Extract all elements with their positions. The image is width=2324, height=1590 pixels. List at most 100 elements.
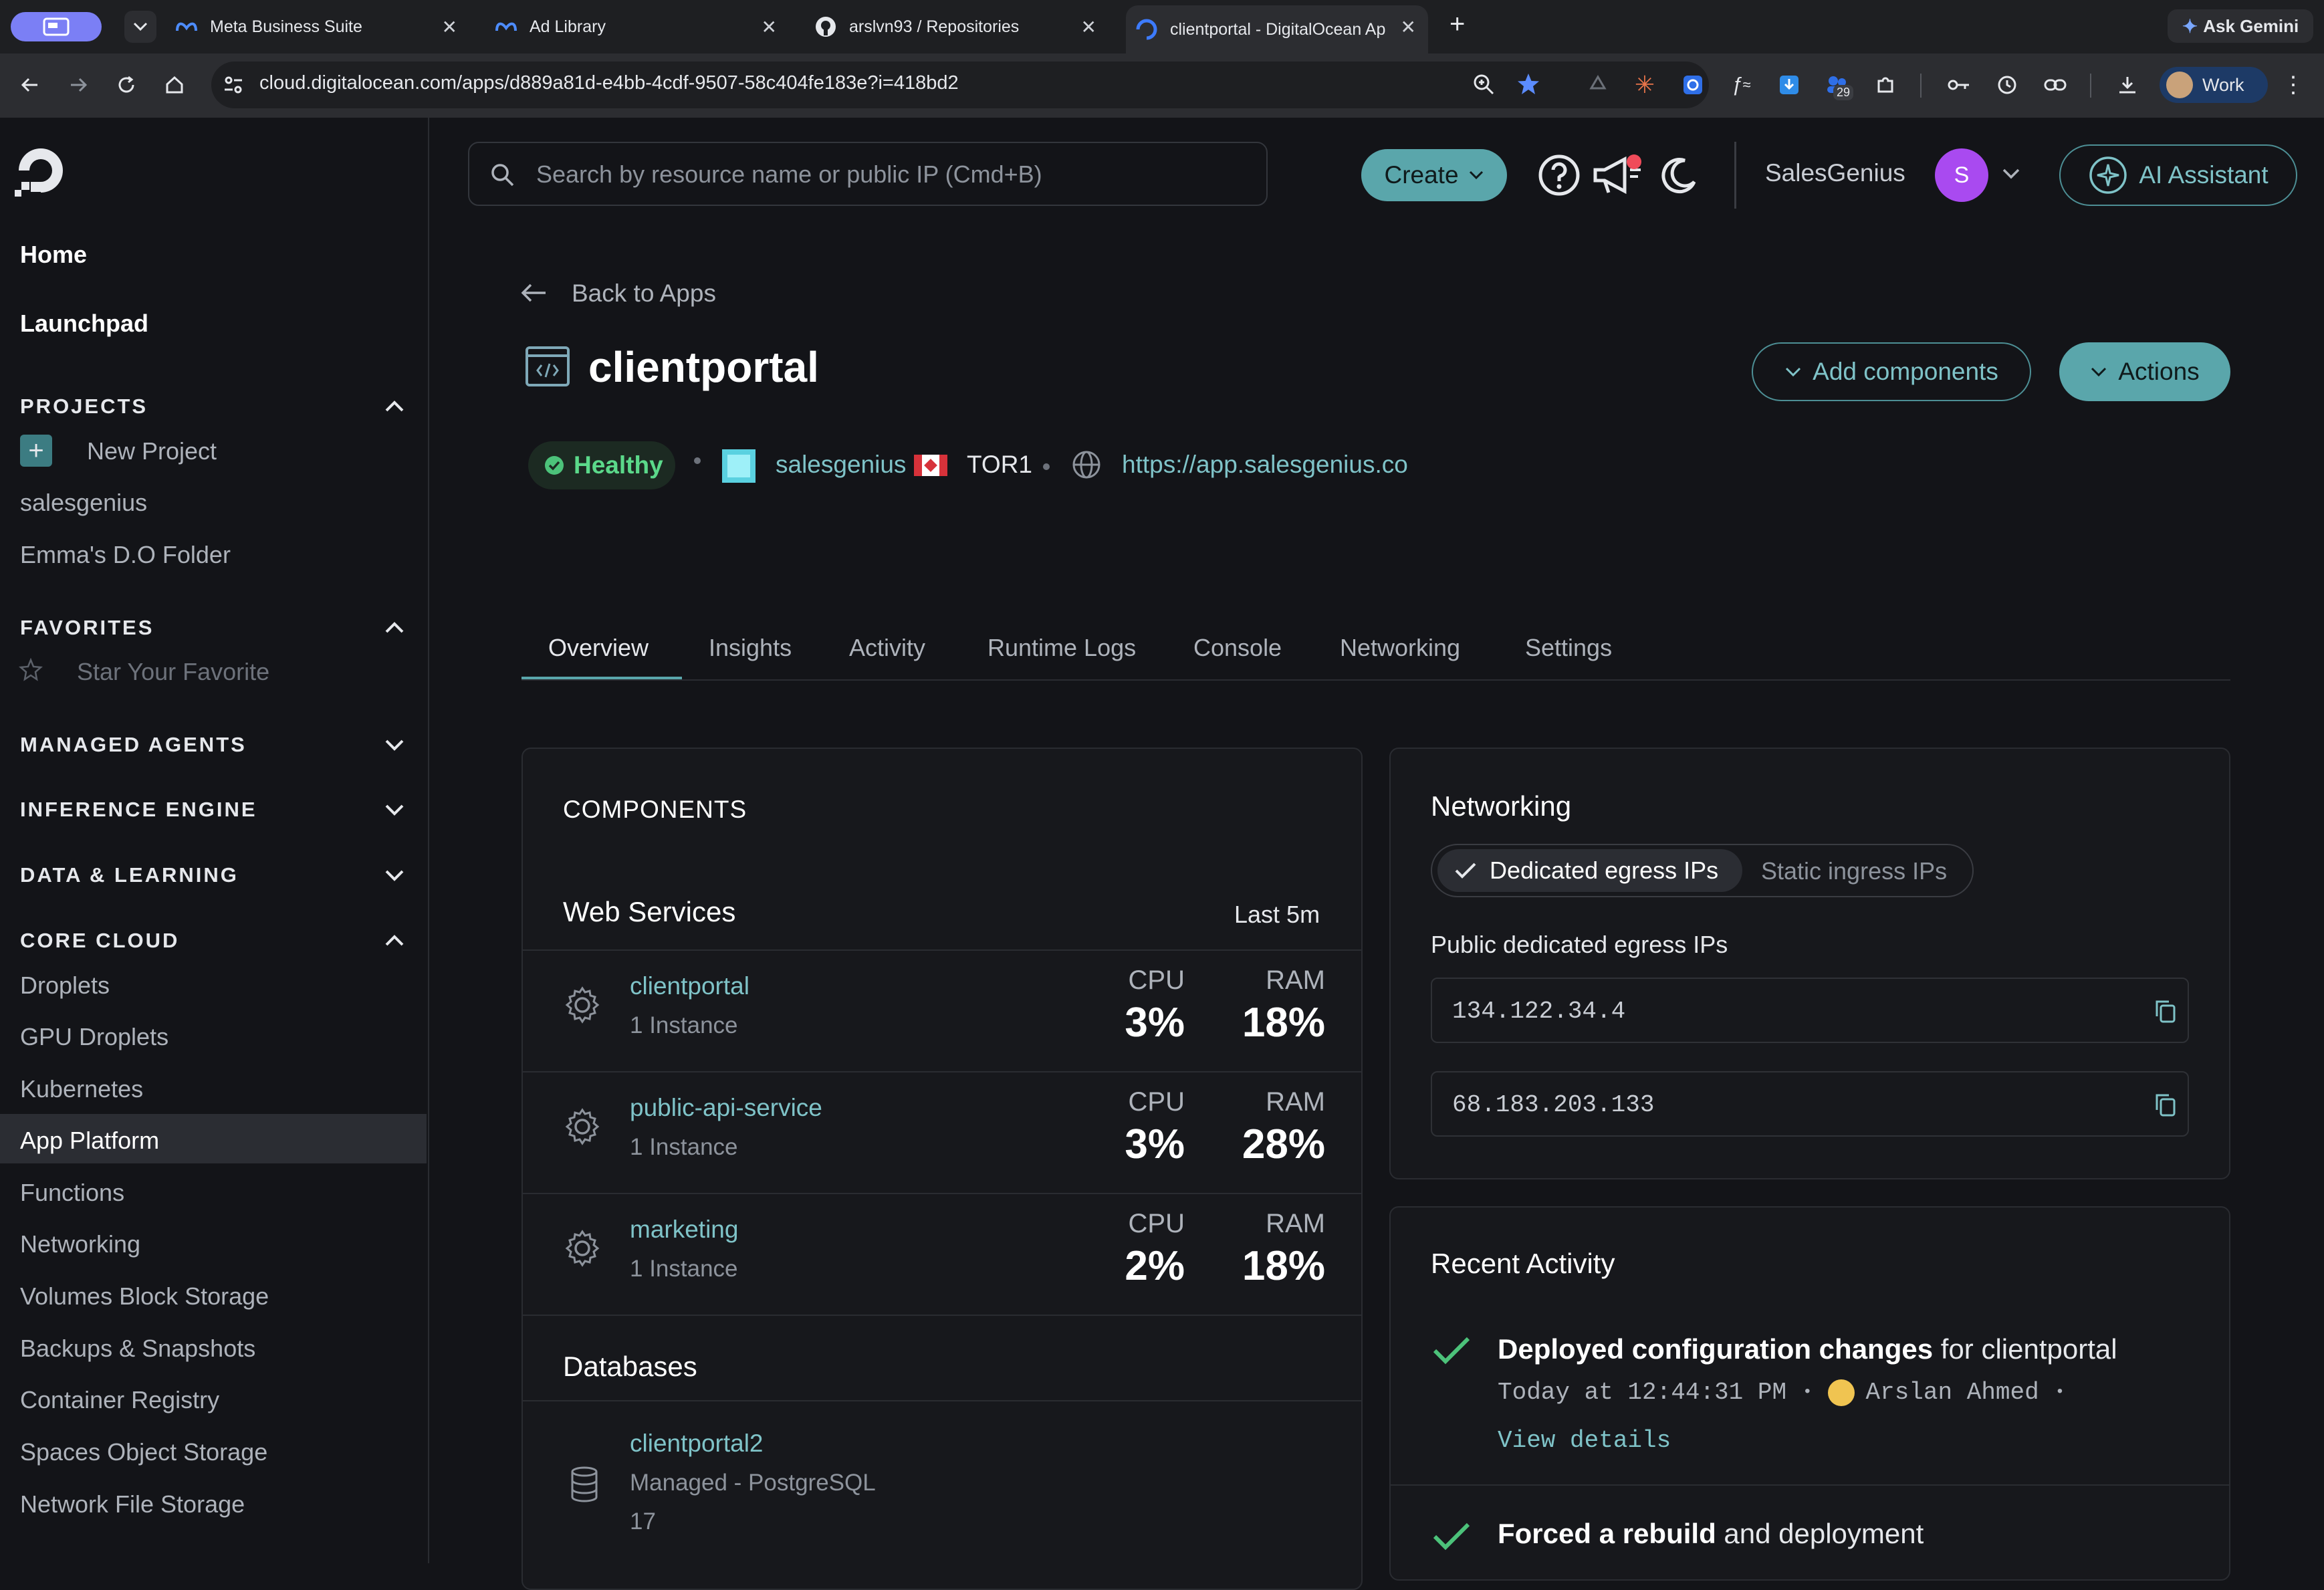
service-name[interactable]: marketing [630, 1216, 738, 1244]
close-tab-icon[interactable]: ✕ [1401, 16, 1416, 38]
create-button[interactable]: Create [1361, 149, 1507, 201]
view-details-link[interactable]: View details [1498, 1427, 1671, 1454]
ip-field[interactable]: 68.183.203.133 [1431, 1071, 2189, 1137]
data-learning-heading[interactable]: DATA & LEARNING [20, 863, 239, 887]
tab-settings[interactable]: Settings [1525, 634, 1612, 662]
copy-icon[interactable] [2153, 998, 2178, 1024]
ip-value[interactable]: 134.122.34.4 [1452, 998, 1625, 1025]
tab-networking[interactable]: Networking [1340, 634, 1460, 662]
sidebar-item-kubernetes[interactable]: Kubernetes [20, 1075, 143, 1103]
extension-claude-icon[interactable]: ✳ [1631, 71, 1658, 98]
tab-search-button[interactable] [11, 12, 102, 41]
service-name[interactable]: public-api-service [630, 1094, 822, 1122]
table-row[interactable]: public-api-service 1 Instance CPU 3% RAM… [523, 1071, 1361, 1194]
database-name[interactable]: clientportal2 [630, 1430, 764, 1458]
zoom-icon[interactable] [1471, 72, 1496, 97]
sidebar-item-functions[interactable]: Functions [20, 1179, 124, 1207]
back-icon[interactable] [16, 71, 44, 99]
sidebar-item-volumes[interactable]: Volumes Block Storage [20, 1282, 269, 1311]
sidebar-item-project[interactable]: Emma's D.O Folder [20, 541, 231, 569]
profile-button[interactable]: Work [2160, 67, 2268, 103]
home-icon[interactable] [160, 71, 189, 99]
managed-agents-heading[interactable]: MANAGED AGENTS [20, 733, 247, 757]
sidebar-item-launchpad[interactable]: Launchpad [20, 310, 148, 338]
chevron-down-icon[interactable] [382, 733, 406, 757]
tab-list-button[interactable] [124, 11, 156, 43]
downloads-icon[interactable] [2114, 72, 2141, 98]
site-info-icon[interactable] [221, 72, 246, 98]
sidebar-item-home[interactable]: Home [20, 241, 87, 269]
ai-assistant-button[interactable]: AI Assistant [2059, 144, 2297, 206]
table-row[interactable]: clientportal2 Managed - PostgreSQL 17 [523, 1400, 1361, 1565]
extension-gear-icon[interactable] [1679, 72, 1706, 98]
extension-recycle-icon[interactable] [1585, 72, 1611, 98]
browser-tab[interactable]: arslvn93 / Repositories ✕ [814, 5, 1109, 48]
announcements-icon[interactable] [1591, 152, 1645, 198]
sidebar-item-project[interactable]: salesgenius [20, 489, 147, 517]
sidebar-item-app-platform[interactable]: App Platform [20, 1127, 159, 1155]
activity-item[interactable]: Deployed configuration changes for clien… [1498, 1333, 2117, 1365]
extension-people-icon[interactable]: 29 [1824, 72, 1854, 100]
chevron-down-icon[interactable] [2002, 167, 2020, 181]
copy-icon[interactable] [2153, 1091, 2178, 1118]
history-icon[interactable] [1994, 72, 2020, 98]
close-tab-icon[interactable]: ✕ [762, 16, 777, 38]
forward-icon[interactable] [64, 71, 92, 99]
tab-overview[interactable]: Overview [548, 634, 649, 662]
projects-heading[interactable]: PROJECTS [20, 394, 148, 419]
browser-tab[interactable]: Meta Business Suite ✕ [175, 5, 469, 48]
ip-field[interactable]: 134.122.34.4 [1431, 978, 2189, 1043]
sidebar-item-network-file-storage[interactable]: Network File Storage [20, 1490, 245, 1518]
tab-insights[interactable]: Insights [709, 634, 792, 662]
extensions-puzzle-icon[interactable] [1872, 72, 1899, 98]
ip-value[interactable]: 68.183.203.133 [1452, 1091, 1654, 1119]
search-input[interactable]: Search by resource name or public IP (Cm… [468, 142, 1268, 206]
chevron-down-icon[interactable] [382, 863, 406, 887]
table-row[interactable]: clientportal 1 Instance CPU 3% RAM 18% [523, 949, 1361, 1072]
extension-download-icon[interactable] [1776, 72, 1803, 98]
reload-icon[interactable] [112, 71, 140, 99]
ask-gemini-button[interactable]: ✦ Ask Gemini [2168, 9, 2313, 43]
project-link[interactable]: salesgenius [776, 451, 906, 479]
new-project-link[interactable]: New Project [87, 437, 217, 465]
toggle-static-ingress[interactable]: Static ingress IPs [1761, 857, 1947, 885]
browser-tab-active[interactable]: clientportal - DigitalOcean Ap ✕ [1126, 5, 1428, 53]
link-icon[interactable] [2042, 72, 2069, 98]
chevron-up-icon[interactable] [382, 394, 406, 419]
extension-fx-icon[interactable]: ƒ ≈ [1728, 72, 1754, 98]
add-components-button[interactable]: Add components [1752, 342, 2031, 401]
core-cloud-heading[interactable]: CORE CLOUD [20, 929, 179, 953]
sidebar-item-networking[interactable]: Networking [20, 1230, 140, 1258]
sidebar-item-backups[interactable]: Backups & Snapshots [20, 1335, 255, 1363]
sidebar-item-droplets[interactable]: Droplets [20, 972, 110, 1000]
dark-mode-moon-icon[interactable] [1658, 156, 1698, 197]
arrow-left-icon[interactable] [519, 281, 548, 305]
tab-activity[interactable]: Activity [849, 634, 925, 662]
close-tab-icon[interactable]: ✕ [442, 16, 457, 38]
chevron-up-icon[interactable] [382, 616, 406, 640]
actions-button[interactable]: Actions [2059, 342, 2230, 401]
plus-icon[interactable]: + [20, 435, 52, 467]
new-tab-button[interactable]: + [1449, 9, 1465, 39]
sidebar-item-spaces[interactable]: Spaces Object Storage [20, 1438, 267, 1466]
url-text[interactable]: cloud.digitalocean.com/apps/d889a81d-e4b… [259, 72, 959, 94]
sidebar-item-container-registry[interactable]: Container Registry [20, 1386, 219, 1414]
live-url-link[interactable]: https://app.salesgenius.co [1122, 451, 1408, 479]
help-icon[interactable] [1538, 154, 1581, 197]
favorites-heading[interactable]: FAVORITES [20, 616, 154, 640]
tab-runtime-logs[interactable]: Runtime Logs [987, 634, 1136, 662]
table-row[interactable]: marketing 1 Instance CPU 2% RAM 18% [523, 1193, 1361, 1316]
back-to-apps-link[interactable]: Back to Apps [572, 279, 716, 308]
toggle-dedicated-egress[interactable]: Dedicated egress IPs [1437, 849, 1742, 892]
inference-engine-heading[interactable]: INFERENCE ENGINE [20, 798, 257, 822]
chevron-down-icon[interactable] [382, 798, 406, 822]
browser-tab[interactable]: Ad Library ✕ [495, 5, 789, 48]
address-bar[interactable]: cloud.digitalocean.com/apps/d889a81d-e4b… [211, 62, 1709, 108]
browser-menu-icon[interactable]: ⋮ [2280, 72, 2307, 98]
bookmark-star-icon[interactable] [1515, 71, 1542, 98]
digitalocean-logo-icon[interactable] [12, 142, 70, 199]
avatar[interactable]: S [1935, 148, 1988, 202]
service-name[interactable]: clientportal [630, 972, 749, 1000]
password-key-icon[interactable] [1946, 72, 1972, 98]
activity-item[interactable]: Forced a rebuild and deployment [1498, 1518, 1924, 1550]
